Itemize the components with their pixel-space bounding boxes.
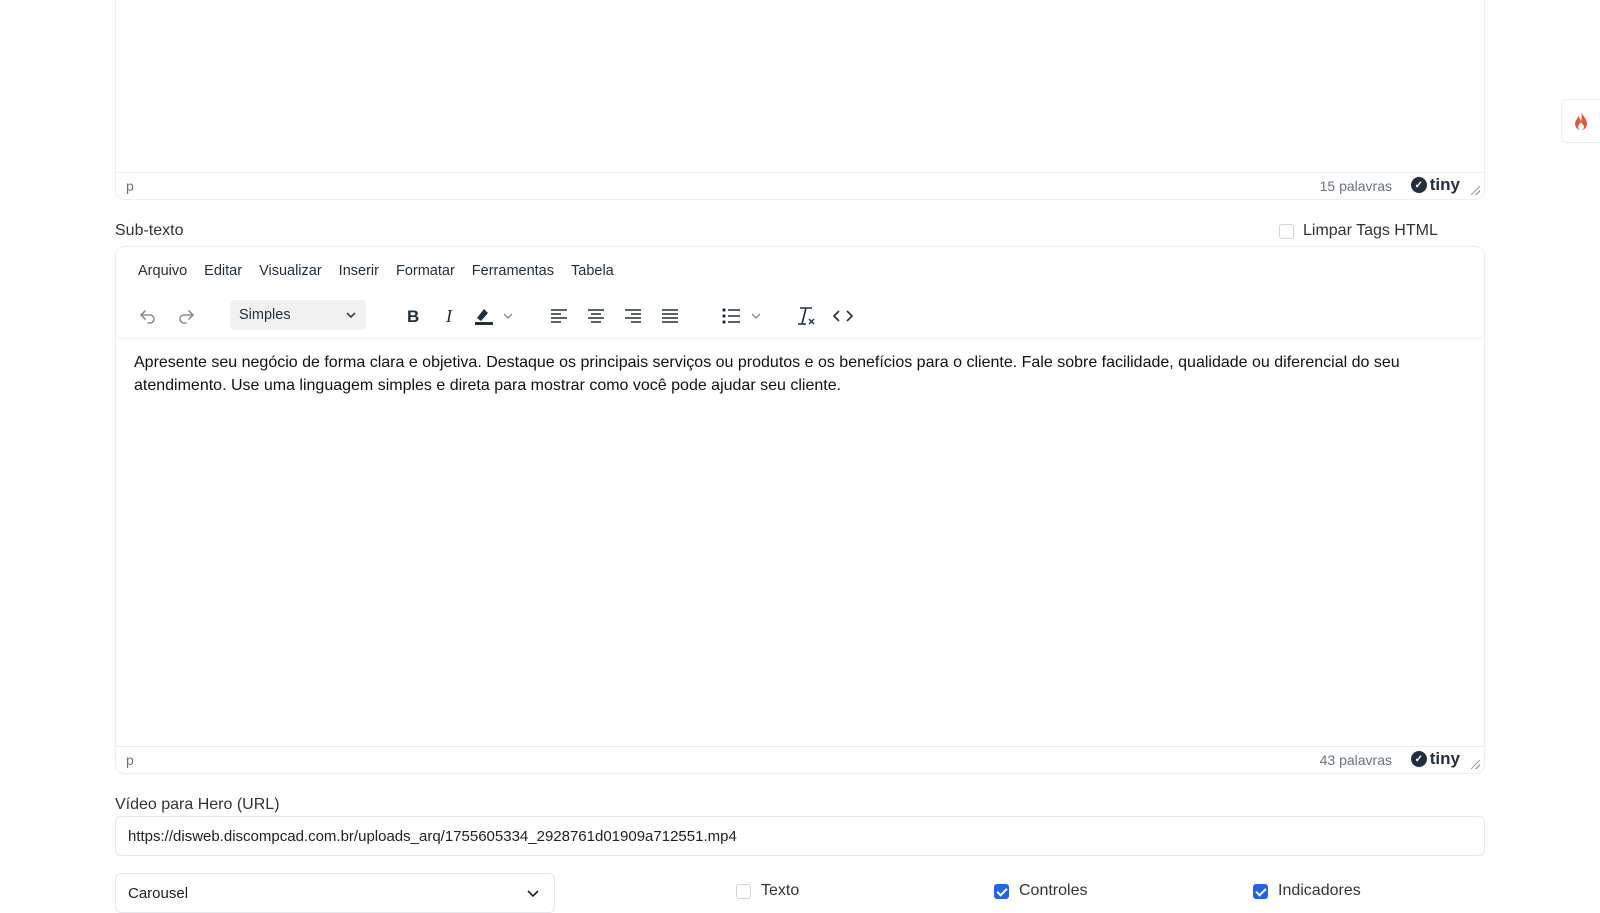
tiny-logo-icon: ✓ (1410, 751, 1427, 767)
menu-ferramentas[interactable]: Ferramentas (472, 263, 554, 279)
svg-text:B: B (407, 307, 419, 326)
word-count[interactable]: 43 palavras (1320, 752, 1392, 768)
title-editor[interactable]: p 15 palavras ✓ tiny (115, 0, 1485, 200)
redo-icon[interactable] (172, 302, 200, 330)
side-action-button[interactable] (1561, 99, 1600, 143)
tiny-logo-icon: ✓ (1410, 177, 1427, 193)
editor-statusbar: p 43 palavras ✓ tiny (116, 746, 1484, 773)
subtexto-editor[interactable]: Arquivo Editar Visualizar Inserir Format… (115, 246, 1485, 774)
element-path[interactable]: p (126, 178, 134, 194)
texto-checkbox[interactable] (736, 884, 751, 899)
menu-inserir[interactable]: Inserir (339, 263, 379, 279)
undo-icon[interactable] (134, 302, 162, 330)
source-code-icon[interactable] (828, 302, 858, 330)
editor-content[interactable]: Apresente seu negócio de forma clara e o… (134, 351, 1454, 397)
align-left-icon[interactable] (546, 302, 572, 330)
tiny-brand-link[interactable]: ✓ tiny (1410, 749, 1460, 769)
format-select-value: Simples (239, 307, 291, 323)
bold-icon[interactable]: B (399, 302, 427, 330)
resize-handle[interactable] (1471, 186, 1480, 195)
tiny-brand-text: tiny (1429, 175, 1460, 194)
subtexto-label: Sub-texto (115, 222, 184, 239)
chevron-down-icon (526, 886, 540, 904)
element-path[interactable]: p (126, 752, 134, 768)
menu-visualizar[interactable]: Visualizar (259, 263, 322, 279)
italic-icon[interactable]: I (436, 302, 464, 330)
svg-text:I: I (445, 306, 453, 326)
word-count[interactable]: 15 palavras (1320, 178, 1392, 194)
hero-type-value: Carousel (128, 885, 189, 902)
format-select[interactable]: Simples (230, 300, 366, 330)
menu-editar[interactable]: Editar (204, 263, 242, 279)
controles-label[interactable]: Controles (1019, 882, 1087, 900)
align-center-icon[interactable] (583, 302, 609, 330)
menu-arquivo[interactable]: Arquivo (138, 263, 187, 279)
tiny-brand-text: tiny (1429, 749, 1460, 768)
indicadores-checkbox[interactable] (1253, 884, 1268, 899)
menu-tabela[interactable]: Tabela (571, 263, 614, 279)
editor-statusbar: p 15 palavras ✓ tiny (116, 172, 1484, 199)
menu-formatar[interactable]: Formatar (396, 263, 455, 279)
editor-toolbar: Simples B I (116, 295, 1484, 337)
chevron-down-icon (344, 308, 358, 326)
align-justify-icon[interactable] (657, 302, 683, 330)
clear-html-checkbox[interactable] (1279, 224, 1294, 239)
highlight-color-icon[interactable] (472, 302, 516, 330)
clear-formatting-icon[interactable] (792, 302, 820, 330)
resize-handle[interactable] (1471, 760, 1480, 769)
bullet-list-icon[interactable] (720, 302, 768, 330)
clear-html-label[interactable]: Limpar Tags HTML (1303, 222, 1438, 240)
video-url-label: Vídeo para Hero (URL) (115, 796, 280, 813)
video-url-input[interactable] (115, 816, 1485, 856)
controles-checkbox[interactable] (994, 884, 1009, 899)
hero-type-select[interactable]: Carousel (115, 873, 555, 913)
flame-icon (1575, 111, 1587, 130)
editor-menubar: Arquivo Editar Visualizar Inserir Format… (138, 263, 631, 279)
indicadores-label[interactable]: Indicadores (1278, 882, 1361, 900)
texto-label[interactable]: Texto (761, 882, 799, 900)
align-right-icon[interactable] (620, 302, 646, 330)
tiny-brand-link[interactable]: ✓ tiny (1410, 175, 1460, 195)
